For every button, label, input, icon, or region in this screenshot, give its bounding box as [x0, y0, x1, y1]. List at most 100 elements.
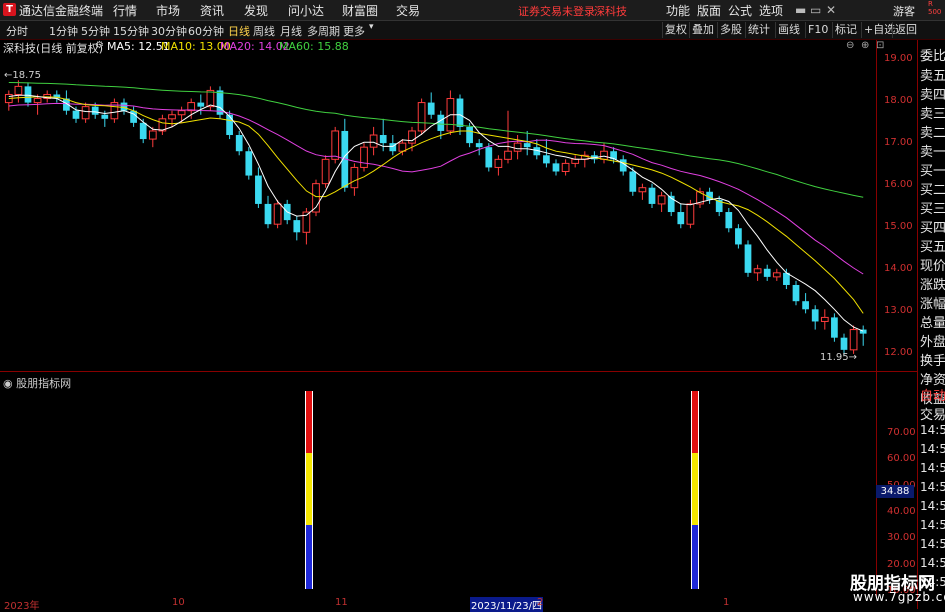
side-label[interactable]: 买一 [920, 160, 945, 179]
period-15min[interactable]: 15分钟 [113, 23, 149, 39]
side-label[interactable]: 卖四 [920, 84, 945, 103]
candle-down [235, 135, 243, 152]
statistics-button[interactable]: 统计 [745, 22, 772, 38]
candle-up [417, 102, 426, 132]
side-label[interactable]: 买二 [920, 179, 945, 198]
high-annotation: ←18.75 [4, 70, 41, 81]
candle-up [33, 98, 42, 104]
menu-options[interactable]: 选项 [759, 2, 783, 19]
indicator-tick: 30.00 [887, 532, 916, 543]
app-title: 通达信金融终端 [19, 4, 104, 18]
plus-circle-icon[interactable]: ⊕ [861, 40, 869, 51]
period-monthly[interactable]: 月线 [280, 23, 302, 39]
side-label[interactable]: 买三 [920, 198, 945, 217]
side-label[interactable]: 卖二 [920, 122, 945, 141]
period-60min[interactable]: 60分钟 [188, 23, 224, 39]
ma10-line [8, 96, 864, 314]
ma5-line [8, 94, 864, 332]
period-daily[interactable]: 日线 [228, 23, 250, 39]
settings-gear-icon[interactable]: ⚙ [95, 40, 104, 51]
candle-up [504, 150, 512, 160]
side-label[interactable]: 现价 [920, 255, 945, 274]
menu-news[interactable]: 资讯 [200, 2, 224, 19]
trade-label[interactable]: 交易 [920, 404, 945, 423]
tick-time: 14:56 [920, 537, 945, 551]
candle-up [360, 146, 368, 168]
candle-down [725, 212, 733, 229]
minus-circle-icon[interactable]: ⊖ [846, 40, 854, 51]
candlestick-chart[interactable]: ←18.75 11.95→ [0, 56, 876, 368]
period-1min[interactable]: 1分钟 [49, 23, 78, 39]
candle-down [72, 110, 80, 119]
tick-time: 14:56 [920, 499, 945, 513]
side-label[interactable]: 卖一 [920, 141, 945, 160]
side-label[interactable]: 卖三 [920, 103, 945, 122]
period-intraday[interactable]: 分时 [6, 23, 28, 39]
date-tick: 11 [335, 597, 348, 608]
menu-trade[interactable]: 交易 [396, 2, 420, 19]
maximize-icon[interactable]: ▭ [810, 3, 821, 17]
close-icon[interactable]: ✕ [826, 3, 836, 17]
side-label[interactable]: 外盘 [920, 331, 945, 350]
candle-down [811, 309, 819, 322]
candle-down [648, 187, 656, 204]
overlay-button[interactable]: 叠加 [689, 22, 716, 38]
candle-down [475, 143, 483, 148]
ma20-line [8, 102, 864, 275]
side-label[interactable]: 总量 [920, 312, 945, 331]
date-tick: 2023年 [4, 601, 40, 612]
menu-discover[interactable]: 发现 [244, 2, 268, 19]
menu-ask-xiaoda[interactable]: 问小达 [288, 2, 324, 19]
period-more[interactable]: 更多 [343, 23, 365, 39]
menu-layout[interactable]: 版面 [697, 2, 721, 19]
candle-up [408, 130, 416, 144]
side-label[interactable]: 买五 [920, 236, 945, 255]
menu-market[interactable]: 市场 [156, 2, 180, 19]
candle-up [849, 329, 858, 351]
candle-down [840, 337, 848, 350]
candle-up [753, 268, 762, 274]
candle-up [148, 130, 157, 140]
side-label[interactable]: 涨跌 [920, 274, 945, 293]
adjust-button[interactable]: 复权 [662, 22, 689, 38]
side-label[interactable]: 买四 [920, 217, 945, 236]
menu-function[interactable]: 功能 [666, 2, 690, 19]
side-label[interactable]: 涨幅 [920, 293, 945, 312]
stock-title: 深科技(日线 前复权) [3, 42, 104, 55]
candle-down [245, 151, 253, 176]
menu-formula[interactable]: 公式 [728, 2, 752, 19]
period-weekly[interactable]: 周线 [253, 23, 275, 39]
login-status[interactable]: 证券交易未登录 [518, 3, 595, 19]
candle-down [763, 268, 771, 277]
indicator-chart[interactable] [0, 385, 876, 595]
side-label[interactable]: 换手 [920, 350, 945, 369]
candle-up [686, 203, 695, 225]
auto-trade-toggle[interactable]: 自动 [920, 385, 945, 404]
ma60-line [8, 82, 864, 198]
menu-wealth-circle[interactable]: 财富圈 [342, 2, 378, 19]
period-5min[interactable]: 5分钟 [81, 23, 110, 39]
tick-time: 14:56 [920, 480, 945, 494]
candle-down [255, 175, 262, 204]
side-label[interactable]: 卖五 [920, 65, 945, 84]
tick-time: 14:56 [920, 423, 945, 437]
candle-down [24, 86, 32, 103]
candle-down [552, 163, 560, 172]
more-chevron-down-icon[interactable]: ▾ [369, 22, 374, 32]
f10-button[interactable]: F10 [805, 22, 830, 38]
low-annotation: 11.95→ [820, 352, 857, 363]
candle-up [494, 158, 503, 168]
period-multi[interactable]: 多周期 [307, 23, 340, 39]
candle-down [437, 114, 445, 131]
period-30min[interactable]: 30分钟 [151, 23, 187, 39]
indicator-tick: 60.00 [887, 453, 916, 464]
menu-market-quotes[interactable]: 行情 [113, 2, 137, 19]
draw-line-button[interactable]: 画线 [775, 22, 802, 38]
side-label[interactable]: 委比 [920, 45, 945, 64]
minimize-icon[interactable]: ▬ [795, 3, 806, 17]
multi-stock-button[interactable]: 多股 [717, 22, 744, 38]
candle-down [120, 102, 128, 111]
mark-button[interactable]: 标记 [832, 22, 859, 38]
title-bar: T 通达信金融终端 行情 市场 资讯 发现 问小达 财富圈 交易 证券交易未登录… [0, 0, 945, 21]
tick-time: 14:56 [920, 518, 945, 532]
